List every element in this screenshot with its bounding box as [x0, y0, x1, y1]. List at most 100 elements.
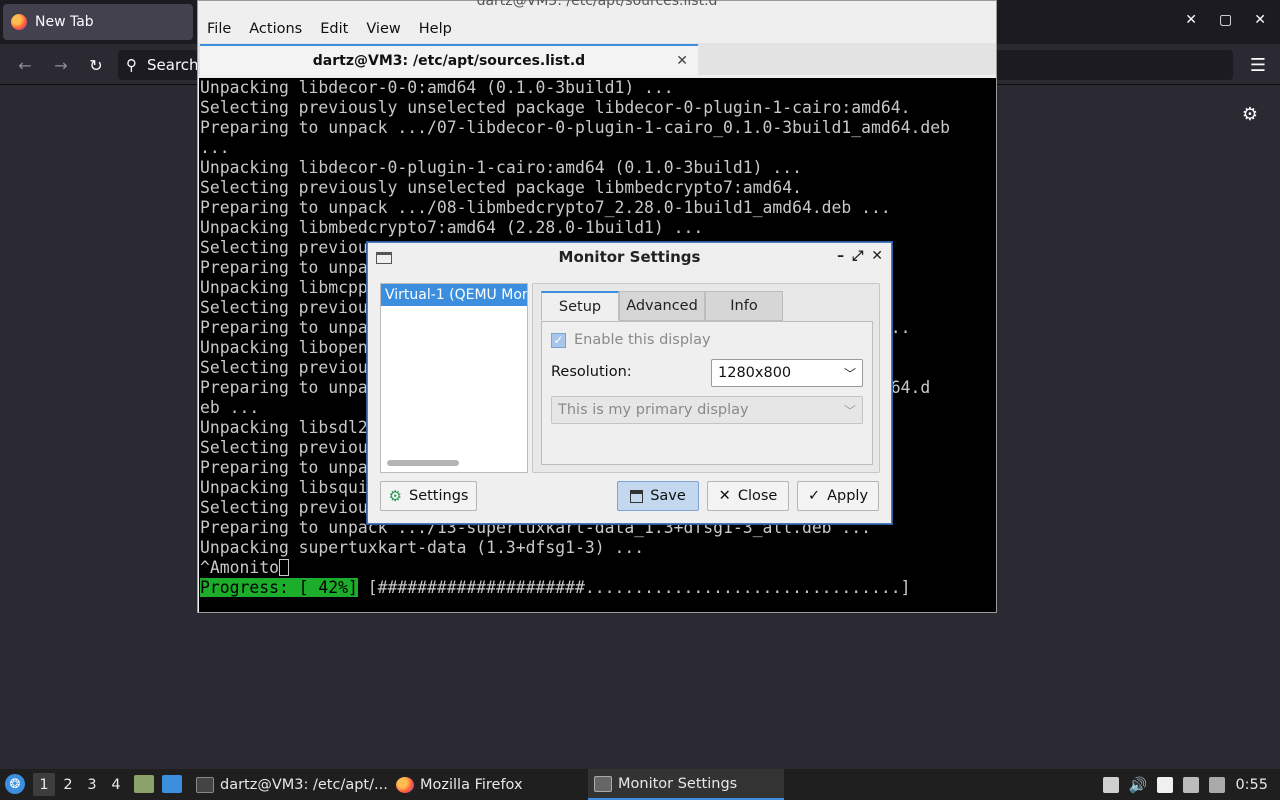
progress-label: Progress: [ 42%]	[200, 578, 358, 597]
clock[interactable]: 0:55	[1235, 777, 1268, 793]
clipboard-icon[interactable]	[1102, 776, 1119, 793]
forward-icon[interactable]: →	[50, 54, 72, 76]
workspace-4[interactable]: 4	[105, 773, 127, 796]
setup-tab-body: ✓ Enable this display Resolution: 1280x8…	[541, 321, 873, 465]
dialog-titlebar[interactable]: Monitor Settings – ⤢ ✕	[368, 243, 891, 271]
minimize-icon[interactable]: ✕	[1185, 12, 1197, 28]
progress-line: Progress: [ 42%] [#####################.…	[200, 578, 950, 598]
settings-panel: Setup Advanced Info ✓ Enable this displa…	[532, 283, 880, 473]
gear-icon: ⚙	[388, 487, 402, 505]
chevron-down-icon: ﹀	[843, 404, 856, 418]
terminal-line: Selecting previously unselected package …	[200, 98, 911, 117]
primary-display-select: This is my primary display ﹀	[551, 396, 863, 424]
apply-button[interactable]: ✓ Apply	[797, 481, 879, 511]
taskbar-task-terminal[interactable]: dartz@VM3: /etc/apt/...	[190, 769, 390, 800]
url-placeholder: Search	[147, 56, 199, 74]
settings-gear-icon[interactable]: ⚙	[1242, 104, 1258, 125]
notes-icon[interactable]	[1157, 776, 1174, 793]
resolution-value: 1280x800	[718, 365, 792, 381]
resolution-label: Resolution:	[551, 364, 632, 380]
menu-help[interactable]: Help	[410, 21, 461, 37]
reload-icon[interactable]: ↻	[85, 54, 107, 76]
terminal-window-title: dartz@VM3: /etc/apt/sources.list.d	[476, 0, 718, 9]
menu-view[interactable]: View	[357, 21, 409, 37]
primary-display-value: This is my primary display	[558, 402, 749, 418]
dialog-window-controls: – ⤢ ✕	[837, 248, 883, 264]
volume-icon[interactable]: 🔊	[1129, 776, 1148, 794]
monitor-settings-dialog: Monitor Settings – ⤢ ✕ Virtual-1 (QEMU M…	[367, 242, 892, 524]
taskbar-task-firefox-label: Mozilla Firefox	[420, 776, 523, 793]
close-tab-icon[interactable]: ✕	[676, 53, 688, 69]
monitor-icon	[376, 252, 392, 264]
tab-setup[interactable]: Setup	[541, 291, 619, 321]
taskbar-task-monitor-label: Monitor Settings	[618, 775, 738, 792]
terminal-tab-title: dartz@VM3: /etc/apt/sources.list.d	[312, 52, 586, 69]
workspace-3[interactable]: 3	[81, 773, 103, 796]
close-button[interactable]: ✕ Close	[707, 481, 789, 511]
taskbar: ❂ 1 2 3 4 dartz@VM3: /etc/apt/... Mozill…	[0, 769, 1280, 800]
tab-advanced[interactable]: Advanced	[619, 291, 705, 321]
close-icon: ✕	[718, 488, 731, 504]
workspace-2[interactable]: 2	[57, 773, 79, 796]
floppy-disk-icon	[630, 489, 644, 503]
terminal-menubar: File Actions Edit View Help	[198, 15, 996, 43]
tab-info[interactable]: Info	[705, 291, 783, 321]
enable-display-label: Enable this display	[574, 332, 711, 348]
terminal-line: Unpacking libdecor-0-0:amd64 (0.1.0-3bui…	[200, 78, 674, 97]
display-icon[interactable]	[1183, 776, 1200, 793]
search-icon: ⚲	[126, 56, 137, 74]
back-icon[interactable]: ←	[14, 54, 36, 76]
terminal-line: Preparing to unpack .../08-libmbedcrypto…	[200, 198, 891, 217]
firefox-tab-title: New Tab	[35, 14, 94, 30]
save-button[interactable]: Save	[617, 481, 699, 511]
menu-file[interactable]: File	[198, 21, 240, 37]
terminal-cursor	[278, 559, 289, 576]
dialog-title: Monitor Settings	[558, 248, 701, 266]
terminal-line: ^Amonito	[200, 558, 950, 578]
terminal-line: Unpacking supertuxkart-data (1.3+dfsg1-3…	[200, 538, 645, 557]
minimize-icon[interactable]: –	[837, 248, 844, 264]
enable-display-checkbox[interactable]: ✓	[551, 332, 566, 348]
hamburger-menu-icon[interactable]: ☰	[1250, 55, 1266, 76]
menu-edit[interactable]: Edit	[311, 21, 357, 37]
firefox-window-controls: ✕ ▢ ✕	[1185, 12, 1266, 28]
terminal-line: Unpacking libdecor-0-plugin-1-cairo:amd6…	[200, 158, 802, 177]
firefox-icon	[396, 776, 414, 793]
firefox-icon	[11, 14, 27, 30]
taskbar-task-monitor-settings[interactable]: Monitor Settings	[588, 769, 784, 800]
monitor-icon	[594, 775, 612, 792]
menu-actions[interactable]: Actions	[240, 21, 311, 37]
terminal-icon	[196, 776, 214, 793]
check-icon: ✓	[807, 488, 821, 504]
close-button-label: Close	[737, 488, 778, 504]
maximize-icon[interactable]: ▢	[1219, 12, 1232, 28]
settings-button[interactable]: ⚙ Settings	[380, 481, 477, 511]
taskbar-task-firefox[interactable]: Mozilla Firefox	[390, 769, 585, 800]
settings-tabs: Setup Advanced Info	[541, 291, 783, 321]
file-manager-icon[interactable]	[134, 775, 154, 793]
system-tray: 🔊 0:55	[1102, 769, 1280, 800]
save-button-label: Save	[650, 488, 686, 504]
close-icon[interactable]: ✕	[871, 248, 883, 264]
firefox-tab-new-tab[interactable]: New Tab	[3, 4, 193, 40]
terminal-line: Unpacking libmbedcrypto7:amd64 (2.28.0-1…	[200, 218, 704, 237]
desktop-icon[interactable]	[162, 775, 182, 793]
close-icon[interactable]: ✕	[1254, 12, 1266, 28]
maximize-icon[interactable]: ⤢	[852, 248, 863, 264]
notification-icon[interactable]	[1209, 776, 1226, 793]
horizontal-scrollbar[interactable]	[387, 460, 459, 466]
enable-display-row: ✓ Enable this display	[551, 332, 711, 348]
settings-button-label: Settings	[408, 488, 469, 504]
terminal-prompt-text: ^Amonito	[200, 558, 279, 577]
progress-bar-text: [#####################..................…	[357, 578, 911, 597]
monitor-list-item[interactable]: Virtual-1 (QEMU Monitor)	[381, 284, 527, 306]
terminal-line: Preparing to unpack .../07-libdecor-0-pl…	[200, 118, 950, 137]
terminal-tab-bar: dartz@VM3: /etc/apt/sources.list.d ✕	[198, 43, 996, 75]
start-menu-icon[interactable]: ❂	[5, 774, 25, 794]
chevron-down-icon: ﹀	[843, 367, 856, 381]
workspace-1[interactable]: 1	[33, 773, 55, 796]
apply-button-label: Apply	[827, 488, 869, 504]
terminal-tab[interactable]: dartz@VM3: /etc/apt/sources.list.d ✕	[200, 44, 698, 75]
monitor-list: Virtual-1 (QEMU Monitor)	[380, 283, 528, 473]
resolution-select[interactable]: 1280x800 ﹀	[711, 359, 863, 387]
